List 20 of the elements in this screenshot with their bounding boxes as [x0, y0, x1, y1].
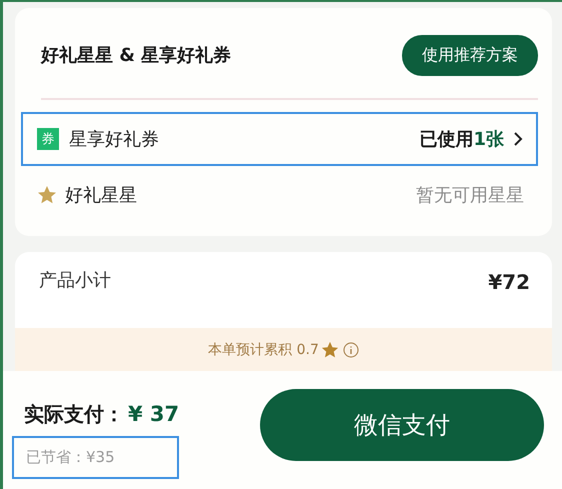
- stars-label: 好礼星星: [65, 184, 138, 207]
- pay-label: 实际支付：: [24, 401, 124, 428]
- subtotal-label: 产品小计: [39, 269, 111, 293]
- star-icon: [37, 185, 57, 205]
- savings-text: 已节省：¥35: [12, 436, 180, 479]
- wechat-pay-button[interactable]: 微信支付: [260, 389, 544, 461]
- info-icon[interactable]: [342, 342, 359, 358]
- coupon-label: 星享好礼券: [69, 128, 160, 151]
- pay-amount: ¥ 37: [128, 402, 180, 426]
- card-title: 好礼星星 & 星享好礼券: [41, 44, 232, 67]
- stars-row[interactable]: 好礼星星 暂无可用星星: [21, 168, 538, 222]
- points-text: 本单预计累积 0.7: [208, 340, 319, 358]
- recommend-button[interactable]: 使用推荐方案: [402, 34, 538, 76]
- coupon-badge: 券: [37, 128, 59, 150]
- star-icon: [320, 340, 339, 358]
- chevron-right-icon: [512, 131, 524, 147]
- coupon-status: 已使用1张: [419, 128, 504, 151]
- subtotal-amount: ¥72: [488, 270, 530, 296]
- stars-status: 暂无可用星星: [416, 184, 524, 207]
- coupon-row[interactable]: 券 星享好礼券 已使用1张: [21, 112, 538, 166]
